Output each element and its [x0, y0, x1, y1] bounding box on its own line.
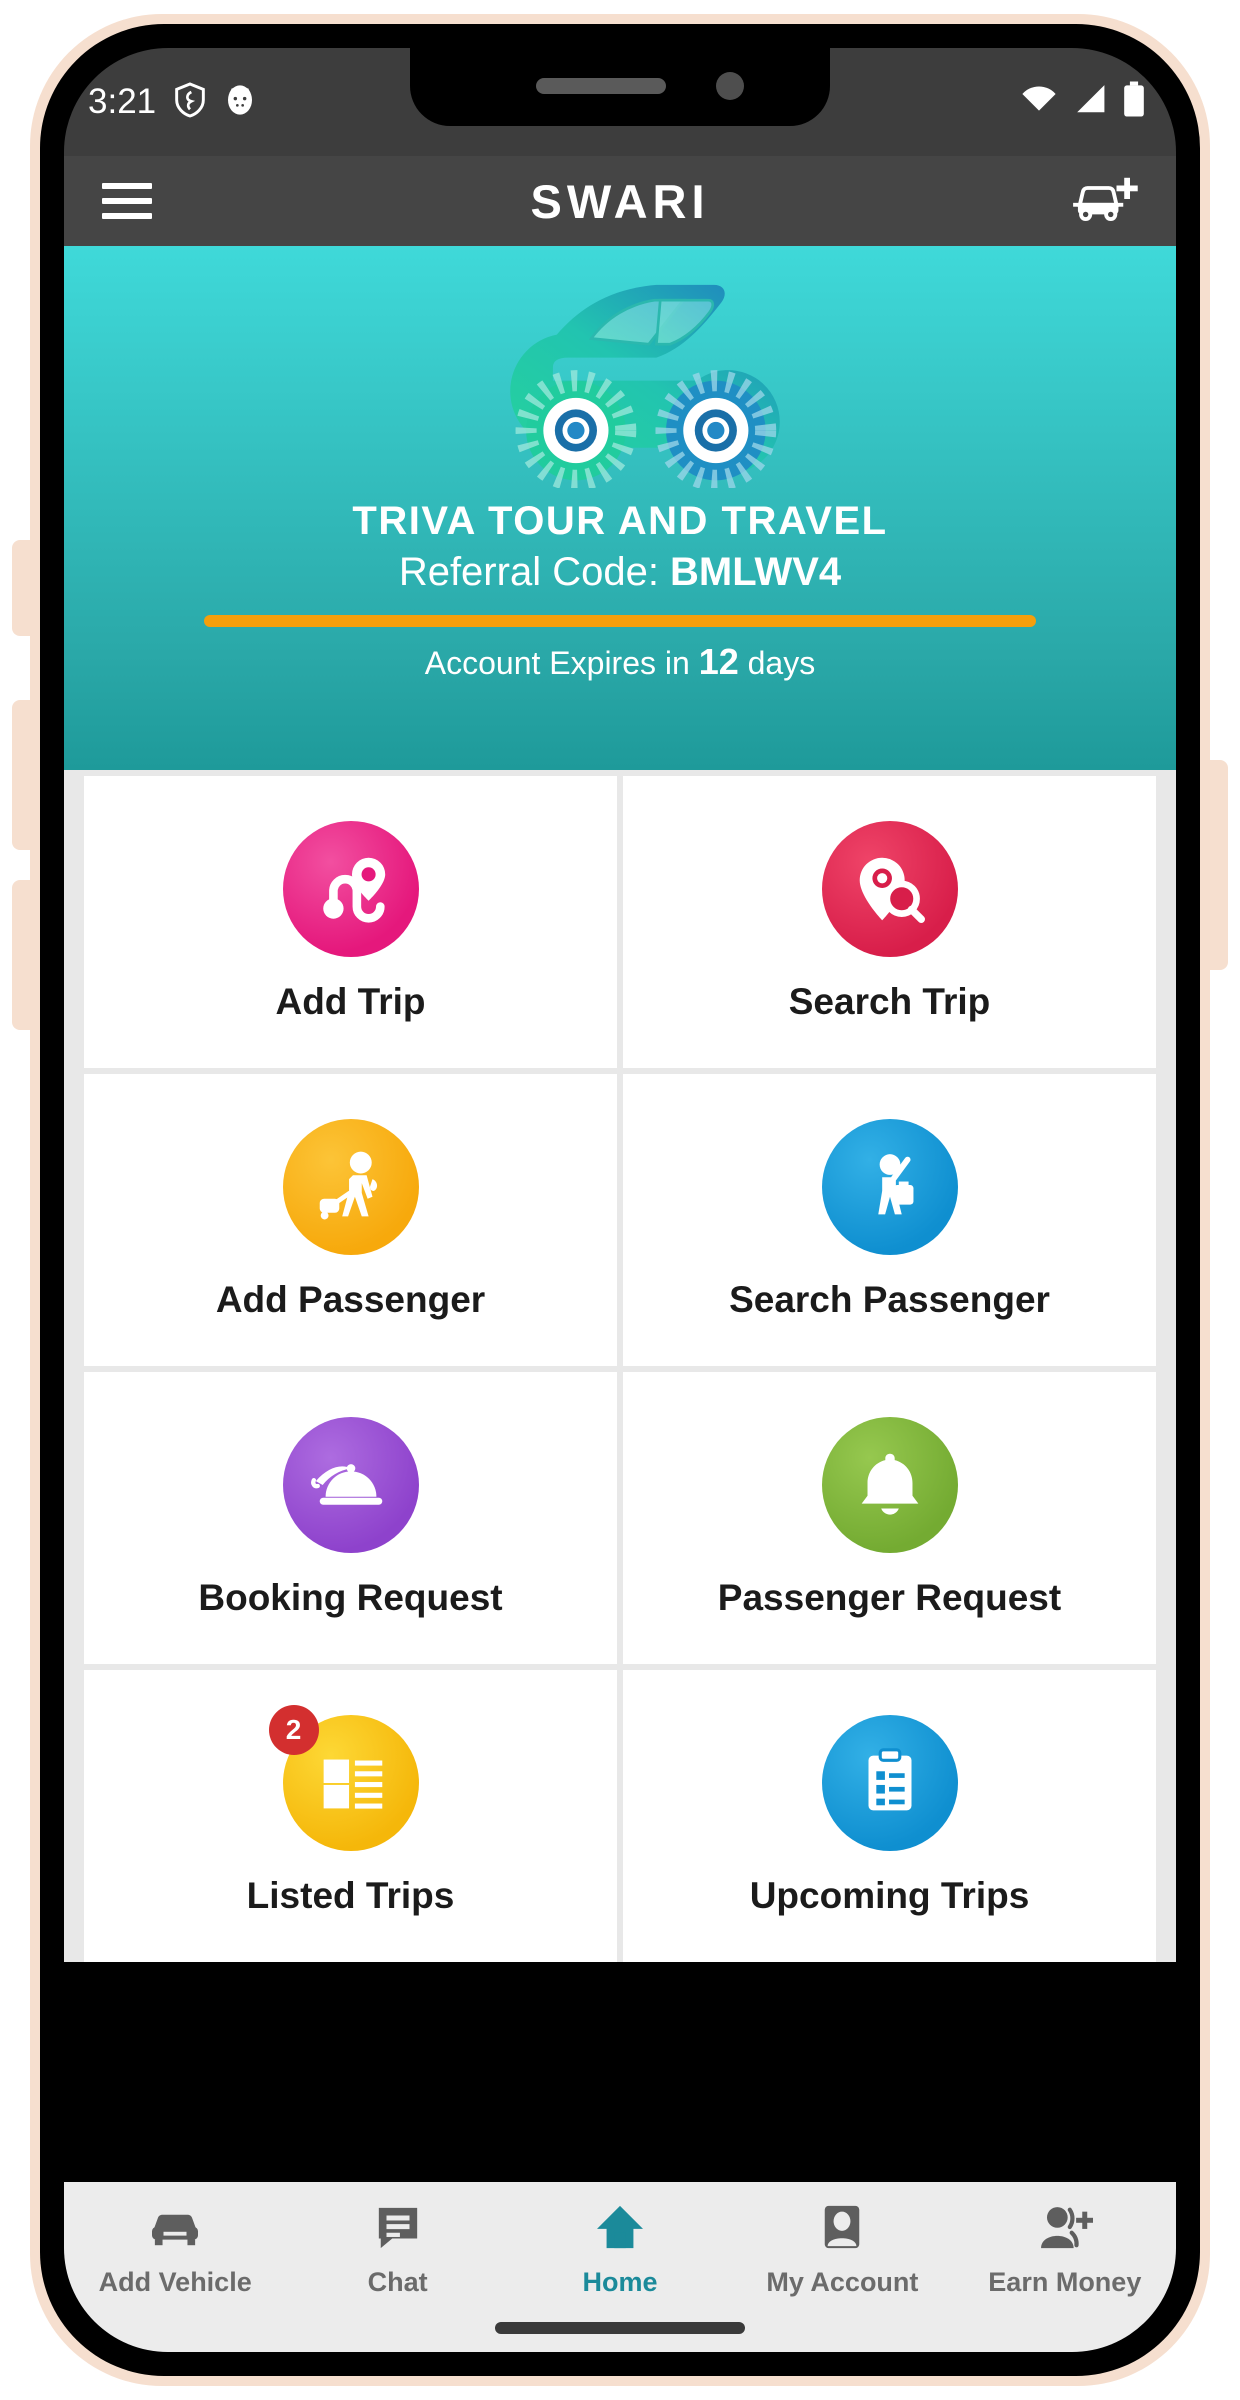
- nav-label: Add Vehicle: [98, 2267, 252, 2297]
- add-vehicle-icon[interactable]: [1068, 172, 1138, 231]
- front-camera: [716, 72, 744, 100]
- tile-label: Add Passenger: [215, 1279, 486, 1320]
- account-expiry-text: Account Expires in 12 days: [425, 641, 815, 683]
- tile-icon-wrap: [821, 1715, 958, 1851]
- signal-icon: [1072, 84, 1108, 121]
- add-person-icon: [1037, 2204, 1094, 2255]
- nav-label: My Account: [766, 2267, 919, 2297]
- tile-icon-wrap: [821, 1417, 958, 1553]
- route-pin-icon: [282, 821, 419, 957]
- tile-add-trip[interactable]: Add Trip: [84, 776, 617, 1068]
- chat-icon: [373, 2204, 423, 2255]
- earpiece-speaker: [536, 78, 666, 94]
- expiry-days: 12: [698, 641, 739, 682]
- tile-label: Booking Request: [198, 1577, 503, 1618]
- nav-item-add-vehicle[interactable]: Add Vehicle: [64, 2204, 286, 2298]
- shield-icon: [174, 81, 206, 123]
- tile-icon-wrap: 2: [268, 1705, 419, 1851]
- traveler-icon: [282, 1119, 419, 1255]
- power-button[interactable]: [1206, 760, 1228, 970]
- battery-icon: [1122, 81, 1146, 123]
- referral-code-value: BMLWV4: [670, 550, 842, 594]
- status-bar-right: [1020, 81, 1146, 123]
- tile-icon-wrap: [282, 1119, 419, 1255]
- pin-search-icon: [821, 821, 958, 957]
- status-bar-left: 3:21: [88, 81, 256, 123]
- referral-label: Referral Code:: [398, 550, 671, 594]
- tile-label: Search Trip: [788, 981, 991, 1022]
- volume-up-button[interactable]: [12, 700, 34, 850]
- nav-item-home[interactable]: Home: [509, 2204, 731, 2298]
- display-notch: [410, 48, 830, 126]
- silent-switch[interactable]: [12, 540, 34, 636]
- hero-banner: TRIVA TOUR AND TRAVEL Referral Code: BML…: [64, 246, 1176, 770]
- clipboard-icon: [821, 1715, 958, 1851]
- tile-icon-wrap: [282, 821, 419, 957]
- tile-listed-trips[interactable]: 2 Listed Trips: [84, 1670, 617, 1962]
- hamburger-menu-icon[interactable]: [102, 183, 152, 219]
- tile-passenger-request[interactable]: Passenger Request: [623, 1372, 1156, 1664]
- tile-icon-wrap: [282, 1417, 419, 1553]
- nav-item-chat[interactable]: Chat: [286, 2204, 508, 2298]
- app-bar: SWARI: [64, 156, 1176, 246]
- referral-code-line: Referral Code: BMLWV4: [399, 550, 841, 595]
- home-indicator[interactable]: [495, 2322, 745, 2334]
- wifi-icon: [1020, 84, 1058, 121]
- tile-icon-wrap: [821, 821, 958, 957]
- account-progress-bar: [204, 615, 1036, 627]
- car-logo: [455, 258, 785, 493]
- car-icon: [146, 2204, 204, 2255]
- tile-label: Upcoming Trips: [749, 1875, 1030, 1916]
- company-name: TRIVA TOUR AND TRAVEL: [352, 499, 888, 543]
- tile-icon-wrap: [821, 1119, 958, 1255]
- tile-search-passenger[interactable]: Search Passenger: [623, 1074, 1156, 1366]
- tile-label: Search Passenger: [729, 1279, 1050, 1320]
- tile-label: Add Trip: [275, 981, 426, 1022]
- expiry-prefix: Account Expires in: [424, 645, 699, 681]
- tile-label: Passenger Request: [717, 1577, 1062, 1618]
- account-icon: [820, 2204, 864, 2255]
- action-grid: Add Trip Search Trip Add Passenger Searc…: [64, 770, 1176, 1962]
- home-icon: [595, 2204, 645, 2255]
- app-notification-icon: [224, 82, 256, 123]
- bell-service-icon: [282, 1417, 419, 1553]
- nav-item-my-account[interactable]: My Account: [731, 2204, 953, 2298]
- page-title: SWARI: [530, 174, 710, 228]
- volume-down-button[interactable]: [12, 880, 34, 1030]
- tile-upcoming-trips[interactable]: Upcoming Trips: [623, 1670, 1156, 1962]
- nav-item-earn-money[interactable]: Earn Money: [954, 2204, 1176, 2298]
- status-time: 3:21: [88, 82, 157, 121]
- nav-label: Earn Money: [988, 2267, 1142, 2297]
- status-badge: 2: [268, 1705, 319, 1755]
- expiry-suffix: days: [738, 645, 816, 681]
- phone-screen: 3:21 SWARI TRIVA TOUR AND TRAVEL Referra…: [64, 48, 1176, 2352]
- tile-search-trip[interactable]: Search Trip: [623, 776, 1156, 1068]
- nav-label: Chat: [367, 2267, 428, 2297]
- status-bar: 3:21: [64, 48, 1176, 156]
- passenger-hail-icon: [821, 1119, 958, 1255]
- nav-label: Home: [582, 2267, 658, 2297]
- tile-label: Listed Trips: [246, 1875, 455, 1916]
- tile-booking-request[interactable]: Booking Request: [84, 1372, 617, 1664]
- bell-icon: [821, 1417, 958, 1553]
- tile-add-passenger[interactable]: Add Passenger: [84, 1074, 617, 1366]
